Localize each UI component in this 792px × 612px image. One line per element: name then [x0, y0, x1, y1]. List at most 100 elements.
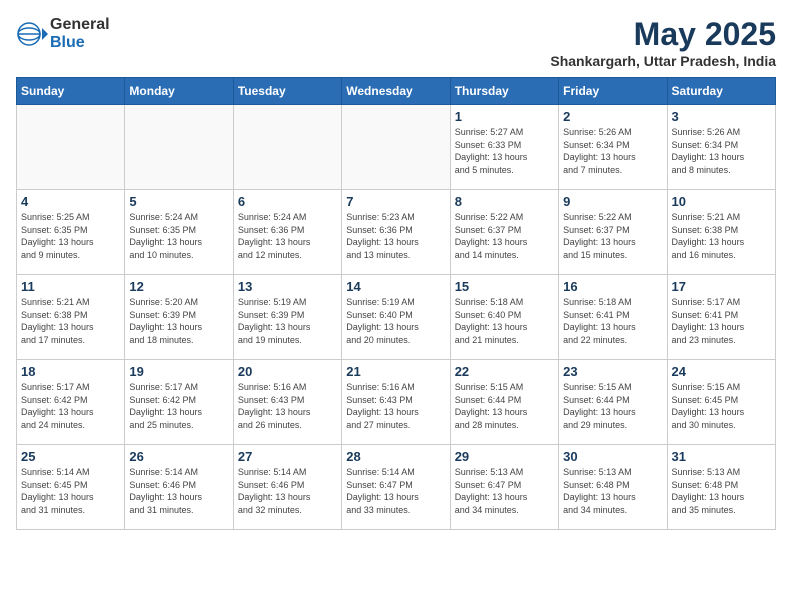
- week-row-4: 18Sunrise: 5:17 AM Sunset: 6:42 PM Dayli…: [17, 360, 776, 445]
- weekday-header-wednesday: Wednesday: [342, 78, 450, 105]
- day-info: Sunrise: 5:19 AM Sunset: 6:40 PM Dayligh…: [346, 296, 445, 346]
- calendar-cell: 11 Sunrise: 5:21 AM Sunset: 6:38 PM Dayli…: [17, 275, 125, 360]
- calendar-cell: 5 Sunrise: 5:24 AM Sunset: 6:35 PM Daylig…: [125, 190, 233, 275]
- day-number: 17: [672, 279, 771, 294]
- day-number: 29: [455, 449, 554, 464]
- day-info: Sunrise: 5:23 AM Sunset: 6:36 PM Dayligh…: [346, 211, 445, 261]
- day-info: Sunrise: 5:20 AM Sunset: 6:39 PM Dayligh…: [129, 296, 228, 346]
- day-number: 9: [563, 194, 662, 209]
- day-number: 12: [129, 279, 228, 294]
- day-info: Sunrise: 5:26 AM Sunset: 6:34 PM Dayligh…: [563, 126, 662, 176]
- day-number: 22: [455, 364, 554, 379]
- day-info: Sunrise: 5:16 AM Sunset: 6:43 PM Dayligh…: [346, 381, 445, 431]
- logo: General Blue: [16, 16, 110, 51]
- calendar-cell: 2 Sunrise: 5:26 AM Sunset: 6:34 PM Daylig…: [559, 105, 667, 190]
- calendar-cell: [233, 105, 341, 190]
- day-info: Sunrise: 5:17 AM Sunset: 6:41 PM Dayligh…: [672, 296, 771, 346]
- title-section: May 2025 Shankargarh, Uttar Pradesh, Ind…: [550, 16, 776, 69]
- day-number: 27: [238, 449, 337, 464]
- calendar-cell: 25 Sunrise: 5:14 AM Sunset: 6:45 PM Dayli…: [17, 445, 125, 530]
- day-number: 6: [238, 194, 337, 209]
- day-info: Sunrise: 5:18 AM Sunset: 6:40 PM Dayligh…: [455, 296, 554, 346]
- day-number: 31: [672, 449, 771, 464]
- calendar-cell: 29 Sunrise: 5:13 AM Sunset: 6:47 PM Dayli…: [450, 445, 558, 530]
- day-number: 10: [672, 194, 771, 209]
- day-number: 26: [129, 449, 228, 464]
- day-info: Sunrise: 5:15 AM Sunset: 6:44 PM Dayligh…: [563, 381, 662, 431]
- day-info: Sunrise: 5:21 AM Sunset: 6:38 PM Dayligh…: [672, 211, 771, 261]
- calendar-cell: 30Sunrise: 5:13 AM Sunset: 6:48 PM Dayli…: [559, 445, 667, 530]
- day-info: Sunrise: 5:22 AM Sunset: 6:37 PM Dayligh…: [455, 211, 554, 261]
- day-number: 13: [238, 279, 337, 294]
- calendar-cell: 10 Sunrise: 5:21 AM Sunset: 6:38 PM Dayli…: [667, 190, 775, 275]
- week-row-1: 1 Sunrise: 5:27 AM Sunset: 6:33 PM Daylig…: [17, 105, 776, 190]
- day-info: Sunrise: 5:24 AM Sunset: 6:35 PM Dayligh…: [129, 211, 228, 261]
- day-number: 1: [455, 109, 554, 124]
- calendar-cell: 19Sunrise: 5:17 AM Sunset: 6:42 PM Dayli…: [125, 360, 233, 445]
- calendar-cell: 9 Sunrise: 5:22 AM Sunset: 6:37 PM Daylig…: [559, 190, 667, 275]
- calendar-cell: 20Sunrise: 5:16 AM Sunset: 6:43 PM Dayli…: [233, 360, 341, 445]
- calendar-cell: 15 Sunrise: 5:18 AM Sunset: 6:40 PM Dayli…: [450, 275, 558, 360]
- weekday-header-friday: Friday: [559, 78, 667, 105]
- logo-icon: [16, 18, 48, 50]
- day-number: 15: [455, 279, 554, 294]
- day-info: Sunrise: 5:24 AM Sunset: 6:36 PM Dayligh…: [238, 211, 337, 261]
- weekday-header-monday: Monday: [125, 78, 233, 105]
- day-number: 4: [21, 194, 120, 209]
- logo-general-text: General: [50, 16, 110, 34]
- day-info: Sunrise: 5:22 AM Sunset: 6:37 PM Dayligh…: [563, 211, 662, 261]
- day-number: 20: [238, 364, 337, 379]
- weekday-header-sunday: Sunday: [17, 78, 125, 105]
- day-info: Sunrise: 5:14 AM Sunset: 6:46 PM Dayligh…: [238, 466, 337, 516]
- page-header: General Blue May 2025 Shankargarh, Uttar…: [16, 16, 776, 69]
- day-info: Sunrise: 5:27 AM Sunset: 6:33 PM Dayligh…: [455, 126, 554, 176]
- day-number: 5: [129, 194, 228, 209]
- calendar-cell: 31Sunrise: 5:13 AM Sunset: 6:48 PM Dayli…: [667, 445, 775, 530]
- day-info: Sunrise: 5:13 AM Sunset: 6:47 PM Dayligh…: [455, 466, 554, 516]
- day-number: 2: [563, 109, 662, 124]
- day-info: Sunrise: 5:26 AM Sunset: 6:34 PM Dayligh…: [672, 126, 771, 176]
- calendar-cell: 6 Sunrise: 5:24 AM Sunset: 6:36 PM Daylig…: [233, 190, 341, 275]
- week-row-5: 25 Sunrise: 5:14 AM Sunset: 6:45 PM Dayli…: [17, 445, 776, 530]
- day-number: 11: [21, 279, 120, 294]
- calendar-cell: [17, 105, 125, 190]
- day-number: 3: [672, 109, 771, 124]
- calendar-cell: 24 Sunrise: 5:15 AM Sunset: 6:45 PM Dayli…: [667, 360, 775, 445]
- calendar-cell: 23 Sunrise: 5:15 AM Sunset: 6:44 PM Dayli…: [559, 360, 667, 445]
- logo-blue-text: Blue: [50, 34, 110, 52]
- day-number: 25: [21, 449, 120, 464]
- calendar-header-row: SundayMondayTuesdayWednesdayThursdayFrid…: [17, 78, 776, 105]
- calendar-cell: 12 Sunrise: 5:20 AM Sunset: 6:39 PM Dayli…: [125, 275, 233, 360]
- calendar-cell: 17 Sunrise: 5:17 AM Sunset: 6:41 PM Dayli…: [667, 275, 775, 360]
- day-number: 23: [563, 364, 662, 379]
- week-row-3: 11 Sunrise: 5:21 AM Sunset: 6:38 PM Dayli…: [17, 275, 776, 360]
- day-info: Sunrise: 5:15 AM Sunset: 6:44 PM Dayligh…: [455, 381, 554, 431]
- calendar-cell: [125, 105, 233, 190]
- day-number: 19: [129, 364, 228, 379]
- calendar-cell: 22 Sunrise: 5:15 AM Sunset: 6:44 PM Dayli…: [450, 360, 558, 445]
- location-title: Shankargarh, Uttar Pradesh, India: [550, 53, 776, 69]
- week-row-2: 4 Sunrise: 5:25 AM Sunset: 6:35 PM Daylig…: [17, 190, 776, 275]
- calendar-table: SundayMondayTuesdayWednesdayThursdayFrid…: [16, 77, 776, 530]
- day-info: Sunrise: 5:14 AM Sunset: 6:45 PM Dayligh…: [21, 466, 120, 516]
- day-number: 18: [21, 364, 120, 379]
- day-info: Sunrise: 5:25 AM Sunset: 6:35 PM Dayligh…: [21, 211, 120, 261]
- weekday-header-tuesday: Tuesday: [233, 78, 341, 105]
- weekday-header-saturday: Saturday: [667, 78, 775, 105]
- day-info: Sunrise: 5:13 AM Sunset: 6:48 PM Dayligh…: [563, 466, 662, 516]
- calendar-cell: 4 Sunrise: 5:25 AM Sunset: 6:35 PM Daylig…: [17, 190, 125, 275]
- day-number: 24: [672, 364, 771, 379]
- calendar-cell: 18Sunrise: 5:17 AM Sunset: 6:42 PM Dayli…: [17, 360, 125, 445]
- day-info: Sunrise: 5:21 AM Sunset: 6:38 PM Dayligh…: [21, 296, 120, 346]
- calendar-cell: 13Sunrise: 5:19 AM Sunset: 6:39 PM Dayli…: [233, 275, 341, 360]
- calendar-cell: 27 Sunrise: 5:14 AM Sunset: 6:46 PM Dayli…: [233, 445, 341, 530]
- day-number: 14: [346, 279, 445, 294]
- calendar-cell: 28Sunrise: 5:14 AM Sunset: 6:47 PM Dayli…: [342, 445, 450, 530]
- weekday-header-thursday: Thursday: [450, 78, 558, 105]
- day-number: 8: [455, 194, 554, 209]
- calendar-cell: 8 Sunrise: 5:22 AM Sunset: 6:37 PM Daylig…: [450, 190, 558, 275]
- calendar-cell: 26Sunrise: 5:14 AM Sunset: 6:46 PM Dayli…: [125, 445, 233, 530]
- day-number: 7: [346, 194, 445, 209]
- day-info: Sunrise: 5:15 AM Sunset: 6:45 PM Dayligh…: [672, 381, 771, 431]
- calendar-cell: 1 Sunrise: 5:27 AM Sunset: 6:33 PM Daylig…: [450, 105, 558, 190]
